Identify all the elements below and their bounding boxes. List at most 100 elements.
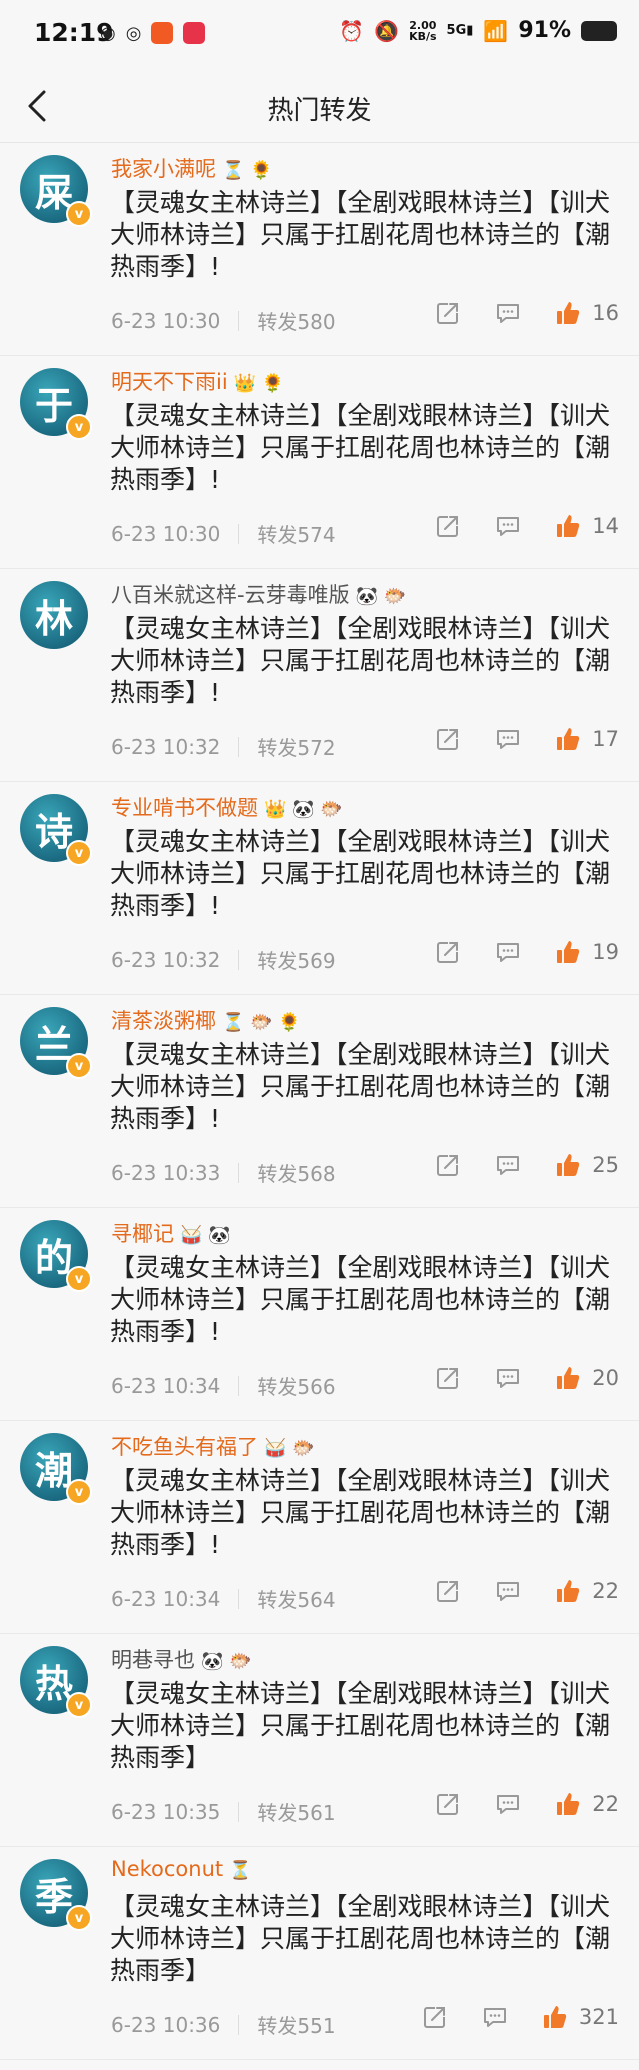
avatar[interactable]: 林 xyxy=(20,581,88,649)
net-speed: 2.00 KB/s xyxy=(409,18,437,43)
verified-badge-icon: v xyxy=(66,1053,92,1079)
comment-icon[interactable] xyxy=(494,1364,522,1392)
user-badges: 👑 🌻 xyxy=(233,372,285,394)
repost-text: 【灵魂女主林诗兰】【全剧戏眼林诗兰】【训犬大师林诗兰】只属于扛剧花周也林诗兰的【… xyxy=(110,401,611,494)
action-bar: 20 xyxy=(434,1364,619,1392)
username[interactable]: 寻椰记 🥁 🐼 xyxy=(111,1218,231,1248)
user-badges: ⏳ 🌻 xyxy=(222,159,273,181)
user-badges: ⏳ xyxy=(229,1859,252,1881)
comment-icon[interactable] xyxy=(494,938,522,966)
like-button[interactable]: 25 xyxy=(554,1151,619,1179)
repost-item[interactable]: 潮 v 不吃鱼头有福了 🥁 🐡 【灵魂女主林诗兰】【全剧戏眼林诗兰】【训犬大师林诗… xyxy=(0,1421,639,1634)
thumbs-up-icon xyxy=(557,515,580,537)
username[interactable]: 我家小满呢 ⏳ 🌻 xyxy=(111,153,273,183)
comment-icon[interactable] xyxy=(494,1577,522,1605)
repost-count: 转发580 xyxy=(257,310,336,334)
repost-time: 6-23 10:36 xyxy=(111,2012,221,2037)
divider xyxy=(238,310,240,331)
nav-bar: 热门转发 xyxy=(0,72,639,143)
like-button[interactable]: 14 xyxy=(554,512,619,540)
verified-badge-icon: v xyxy=(66,414,92,440)
like-button[interactable]: 321 xyxy=(541,2003,619,2031)
like-button[interactable]: 16 xyxy=(554,299,619,327)
share-icon[interactable] xyxy=(434,1577,462,1605)
action-bar: 19 xyxy=(434,938,619,966)
repost-item[interactable]: 于 v 明天不下雨ii 👑 🌻 【灵魂女主林诗兰】【全剧戏眼林诗兰】【训犬大师林诗… xyxy=(0,356,639,569)
like-count: 16 xyxy=(592,301,619,325)
repost-text: 【灵魂女主林诗兰】【全剧戏眼林诗兰】【训犬大师林诗兰】只属于扛剧花周也林诗兰的【… xyxy=(110,614,611,707)
like-button[interactable]: 19 xyxy=(554,938,619,966)
verified-badge-icon: v xyxy=(66,1905,92,1931)
battery-percent: 91% xyxy=(518,18,571,43)
repost-text: 【灵魂女主林诗兰】【全剧戏眼林诗兰】【训犬大师林诗兰】只属于扛剧花周也林诗兰的【… xyxy=(110,188,611,281)
like-button[interactable]: 20 xyxy=(554,1364,619,1392)
app-orange-icon xyxy=(151,22,174,44)
wechat-icon: ◎ xyxy=(125,22,142,44)
action-bar: 22 xyxy=(434,1790,619,1818)
verified-badge-icon: v xyxy=(66,201,92,227)
repost-meta: 6-23 10:30 转发574 xyxy=(111,519,336,548)
repost-time: 6-23 10:34 xyxy=(111,1586,221,1611)
repost-meta: 6-23 10:33 转发568 xyxy=(111,1158,336,1187)
username[interactable]: 八百米就这样-云芽毒唯版 🐼 🐡 xyxy=(111,579,406,609)
repost-item[interactable]: 热 v 明巷寻也 🐼 🐡 【灵魂女主林诗兰】【全剧戏眼林诗兰】【训犬大师林诗兰】只… xyxy=(0,1634,639,1847)
repost-item[interactable]: 屎 v 我家小满呢 ⏳ 🌻 【灵魂女主林诗兰】【全剧戏眼林诗兰】【训犬大师林诗兰】… xyxy=(0,143,639,356)
comment-icon[interactable] xyxy=(494,512,522,540)
like-count: 22 xyxy=(592,1579,619,1603)
mute-icon: 🔕 xyxy=(374,18,400,43)
avatar-char: 林 xyxy=(34,595,73,641)
repost-item[interactable]: 季 v Nekoconut ⏳ 【灵魂女主林诗兰】【全剧戏眼林诗兰】【训犬大师林诗… xyxy=(0,1847,639,2060)
share-icon[interactable] xyxy=(434,1364,462,1392)
share-icon[interactable] xyxy=(434,1790,462,1818)
thumbs-up-icon xyxy=(557,1580,580,1602)
username[interactable]: 明天不下雨ii 👑 🌻 xyxy=(111,366,284,396)
like-button[interactable]: 17 xyxy=(554,725,619,753)
like-count: 321 xyxy=(578,2005,619,2029)
username[interactable]: 不吃鱼头有福了 🥁 🐡 xyxy=(111,1431,315,1461)
repost-meta: 6-23 10:34 转发564 xyxy=(111,1584,336,1613)
username[interactable]: 清茶淡粥椰 ⏳ 🐡 🌻 xyxy=(111,1005,301,1035)
comment-icon[interactable] xyxy=(494,725,522,753)
comment-icon[interactable] xyxy=(494,299,522,327)
user-badges: 🥁 🐼 xyxy=(180,1224,231,1246)
like-button[interactable]: 22 xyxy=(554,1790,619,1818)
repost-time: 6-23 10:33 xyxy=(111,1160,221,1185)
username[interactable]: 专业啃书不做题 👑 🐼 🐡 xyxy=(111,792,343,822)
repost-count: 转发564 xyxy=(257,1588,336,1612)
repost-meta: 6-23 10:32 转发569 xyxy=(111,945,336,974)
alarm-icon: ⏰ xyxy=(339,18,365,43)
divider xyxy=(238,1801,240,1822)
comment-icon[interactable] xyxy=(481,2003,509,2031)
repost-count: 转发551 xyxy=(257,2014,336,2038)
repost-item[interactable]: 的 v 寻椰记 🥁 🐼 【灵魂女主林诗兰】【全剧戏眼林诗兰】【训犬大师林诗兰】只属… xyxy=(0,1208,639,1421)
repost-time: 6-23 10:30 xyxy=(111,521,221,546)
action-bar: 17 xyxy=(434,725,619,753)
divider xyxy=(238,949,240,970)
repost-meta: 6-23 10:34 转发566 xyxy=(111,1371,336,1400)
repost-text: 【灵魂女主林诗兰】【全剧戏眼林诗兰】【训犬大师林诗兰】只属于扛剧花周也林诗兰的【… xyxy=(110,827,611,920)
repost-item[interactable]: 兰 v 清茶淡粥椰 ⏳ 🐡 🌻 【灵魂女主林诗兰】【全剧戏眼林诗兰】【训犬大师林诗… xyxy=(0,995,639,1208)
action-bar: 22 xyxy=(434,1577,619,1605)
like-count: 20 xyxy=(592,1366,619,1390)
repost-item[interactable]: 林 v 八百米就这样-云芽毒唯版🐼 🐡 【灵魂女主林诗兰】【全剧戏眼林诗兰】【训… xyxy=(0,569,639,782)
repost-item[interactable]: 诗 v 专业啃书不做题 👑 🐼 🐡 【灵魂女主林诗兰】【全剧戏眼林诗兰】【训犬大师… xyxy=(0,782,639,995)
share-icon[interactable] xyxy=(434,1151,462,1179)
share-icon[interactable] xyxy=(434,512,462,540)
battery-icon xyxy=(581,20,617,41)
comment-icon[interactable] xyxy=(494,1151,522,1179)
username[interactable]: Nekoconut ⏳ xyxy=(111,1857,252,1881)
repost-count: 转发566 xyxy=(257,1375,336,1399)
share-icon[interactable] xyxy=(421,2003,449,2031)
share-icon[interactable] xyxy=(434,938,462,966)
divider xyxy=(238,736,240,757)
comment-icon[interactable] xyxy=(494,1790,522,1818)
thumbs-up-icon xyxy=(557,1793,580,1815)
like-button[interactable]: 22 xyxy=(554,1577,619,1605)
verified-badge-icon: v xyxy=(66,1266,92,1292)
share-icon[interactable] xyxy=(434,725,462,753)
repost-text: 【灵魂女主林诗兰】【全剧戏眼林诗兰】【训犬大师林诗兰】只属于扛剧花周也林诗兰的【… xyxy=(110,1253,611,1346)
repost-list: 屎 v 我家小满呢 ⏳ 🌻 【灵魂女主林诗兰】【全剧戏眼林诗兰】【训犬大师林诗兰】… xyxy=(0,143,639,2060)
username[interactable]: 明巷寻也 🐼 🐡 xyxy=(111,1644,252,1674)
action-bar: 14 xyxy=(434,512,619,540)
share-icon[interactable] xyxy=(434,299,462,327)
